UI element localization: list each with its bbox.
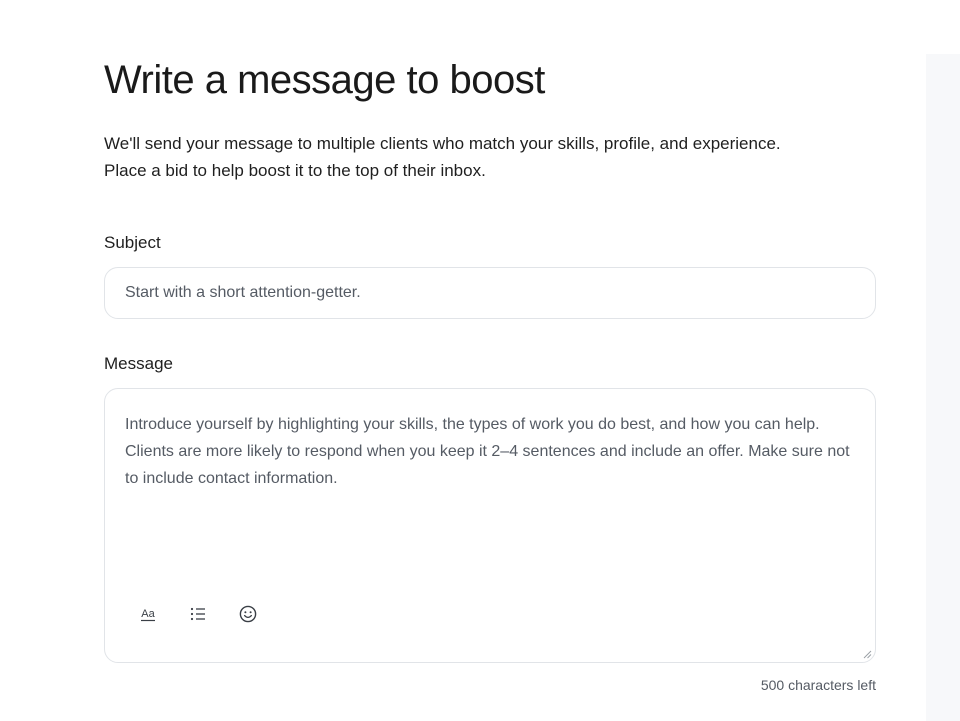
svg-text:Aa: Aa [141, 608, 155, 620]
emoji-icon [239, 605, 257, 623]
message-label: Message [104, 354, 173, 373]
message-toolbar: Aa [135, 601, 261, 627]
bulleted-list-icon [190, 607, 205, 621]
subject-label: Subject [104, 233, 161, 252]
description-line-1: We'll send your message to multiple clie… [104, 134, 781, 153]
description-line-2: Place a bid to help boost it to the top … [104, 161, 486, 180]
side-panel [926, 54, 960, 721]
text-format-button[interactable]: Aa [135, 601, 161, 627]
page-title: Write a message to boost [104, 58, 545, 102]
message-textarea[interactable] [105, 389, 875, 594]
emoji-button[interactable] [235, 601, 261, 627]
bulleted-list-button[interactable] [185, 601, 211, 627]
text-format-icon: Aa [141, 608, 156, 622]
resize-handle-icon[interactable] [862, 649, 872, 659]
message-box: Aa [104, 388, 876, 663]
boost-message-form: Write a message to boost We'll send your… [104, 58, 876, 694]
character-count: 500 characters left [760, 677, 876, 693]
subject-input[interactable] [104, 267, 876, 319]
page-description: We'll send your message to multiple clie… [104, 130, 876, 184]
